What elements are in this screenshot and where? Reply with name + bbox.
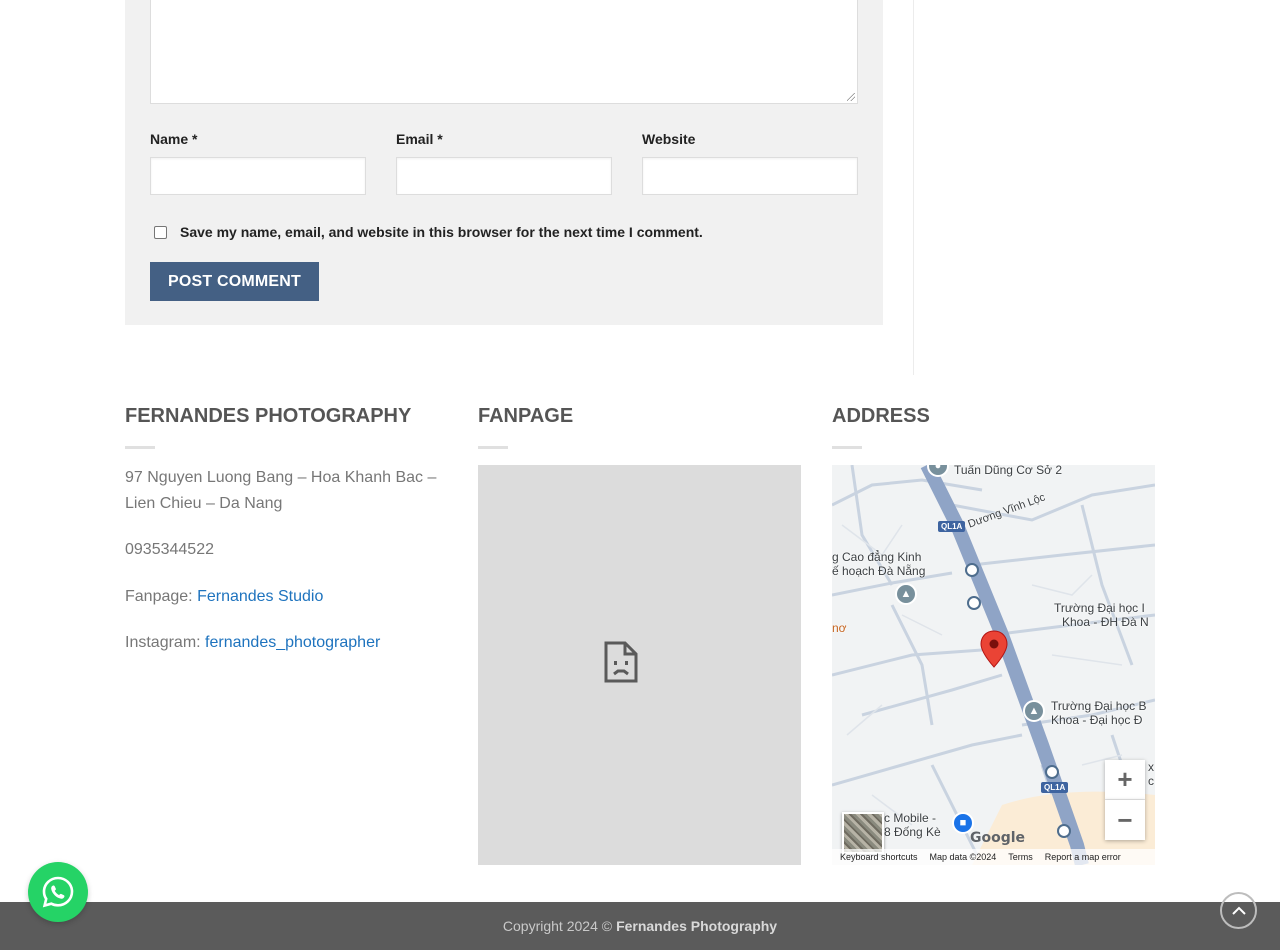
resize-handle[interactable] <box>847 93 855 101</box>
fanpage-prefix: Fanpage: <box>125 588 193 605</box>
school-icon[interactable]: ▲ <box>895 583 917 605</box>
map-label: c <box>1148 774 1154 788</box>
map-label: x <box>1148 760 1154 774</box>
map-label: c Mobile - <box>884 811 937 825</box>
footer-bar: Copyright 2024 © Fernandes Photography <box>0 902 1280 950</box>
satellite-toggle[interactable] <box>842 812 884 854</box>
map-marker-icon[interactable] <box>980 630 1008 668</box>
google-map[interactable]: Tuấn Dũng Cơ Sở 2 Dương Vĩnh Lộc g Cao đ… <box>832 465 1155 865</box>
email-field-group: Email * <box>396 131 612 195</box>
map-label: Khoa - ĐH Đà N <box>1062 615 1149 629</box>
school-icon[interactable]: ▲ <box>1023 700 1045 722</box>
map-label: 8 Đống Kè <box>884 825 941 839</box>
zoom-out-button[interactable]: − <box>1105 800 1145 840</box>
consent-row: Save my name, email, and website in this… <box>154 224 703 240</box>
whatsapp-chat-button[interactable] <box>28 862 88 922</box>
copyright: Copyright 2024 © Fernandes Photography <box>0 902 1280 950</box>
sidebar-divider <box>913 0 914 375</box>
broken-document-icon <box>604 641 638 683</box>
instagram-link[interactable]: fernandes_photographer <box>205 634 380 651</box>
title-underline <box>832 446 862 449</box>
map-label: ế hoạch Đà Nẵng <box>832 564 926 578</box>
consent-label: Save my name, email, and website in this… <box>180 224 703 240</box>
map-label: Khoa - Đại học Đ <box>1051 713 1143 727</box>
map-label: Trường Đại học B <box>1051 699 1147 713</box>
company-phone: 0935344522 <box>125 541 214 558</box>
route-shield: QL1A <box>938 521 966 532</box>
name-field-group: Name * <box>150 131 366 195</box>
bus-stop-icon[interactable] <box>1057 824 1071 838</box>
instagram-prefix: Instagram: <box>125 634 201 651</box>
fanpage-embed <box>478 465 801 865</box>
email-label: Email * <box>396 131 443 147</box>
fanpage-link[interactable]: Fernandes Studio <box>197 588 323 605</box>
keyboard-shortcuts-link[interactable]: Keyboard shortcuts <box>840 852 918 862</box>
copyright-brand: Fernandes Photography <box>616 918 778 934</box>
post-comment-button[interactable]: Post Comment <box>150 262 319 301</box>
fanpage-line: Fanpage: Fernandes Studio <box>125 584 323 610</box>
title-underline <box>478 446 508 449</box>
chevron-up-icon <box>1231 906 1246 915</box>
map-data-text: Map data ©2024 <box>929 852 997 862</box>
google-logo: Google <box>970 830 1026 846</box>
name-input[interactable] <box>150 157 366 195</box>
name-label: Name * <box>150 131 198 147</box>
map-label: Tuấn Dũng Cơ Sở 2 <box>954 465 1063 477</box>
map-label: nơ <box>832 621 847 635</box>
footer-title-address: ADDRESS <box>832 405 930 427</box>
comment-textarea[interactable] <box>150 0 858 104</box>
map-attribution: Keyboard shortcuts Map data ©2024 Terms … <box>832 849 1155 865</box>
bus-stop-icon[interactable] <box>965 563 979 577</box>
bus-stop-icon[interactable] <box>967 596 981 610</box>
website-label: Website <box>642 131 696 147</box>
email-input[interactable] <box>396 157 612 195</box>
back-to-top-button[interactable] <box>1220 892 1257 929</box>
consent-checkbox[interactable] <box>154 225 167 239</box>
footer-title-company: FERNANDES PHOTOGRAPHY <box>125 405 412 427</box>
terms-link[interactable]: Terms <box>1008 852 1033 862</box>
report-error-link[interactable]: Report a map error <box>1045 852 1121 862</box>
map-label: g Cao đẳng Kinh <box>832 550 922 564</box>
website-field-group: Website <box>642 131 858 195</box>
comment-form: Name * Email * Website Save my name, ema… <box>125 0 883 325</box>
website-input[interactable] <box>642 157 858 195</box>
company-address: 97 Nguyen Luong Bang – Hoa Khanh Bac – L… <box>125 469 437 512</box>
instagram-line: Instagram: fernandes_photographer <box>125 630 380 656</box>
whatsapp-icon <box>42 876 74 908</box>
map-label: Trường Đại học I <box>1054 601 1145 615</box>
title-underline <box>125 446 155 449</box>
route-shield: QL1A <box>1041 782 1069 793</box>
copyright-prefix: Copyright 2024 © <box>502 918 613 934</box>
footer-title-fanpage: FANPAGE <box>478 405 574 427</box>
bus-stop-icon[interactable] <box>1045 765 1059 779</box>
zoom-in-button[interactable]: + <box>1105 760 1145 800</box>
